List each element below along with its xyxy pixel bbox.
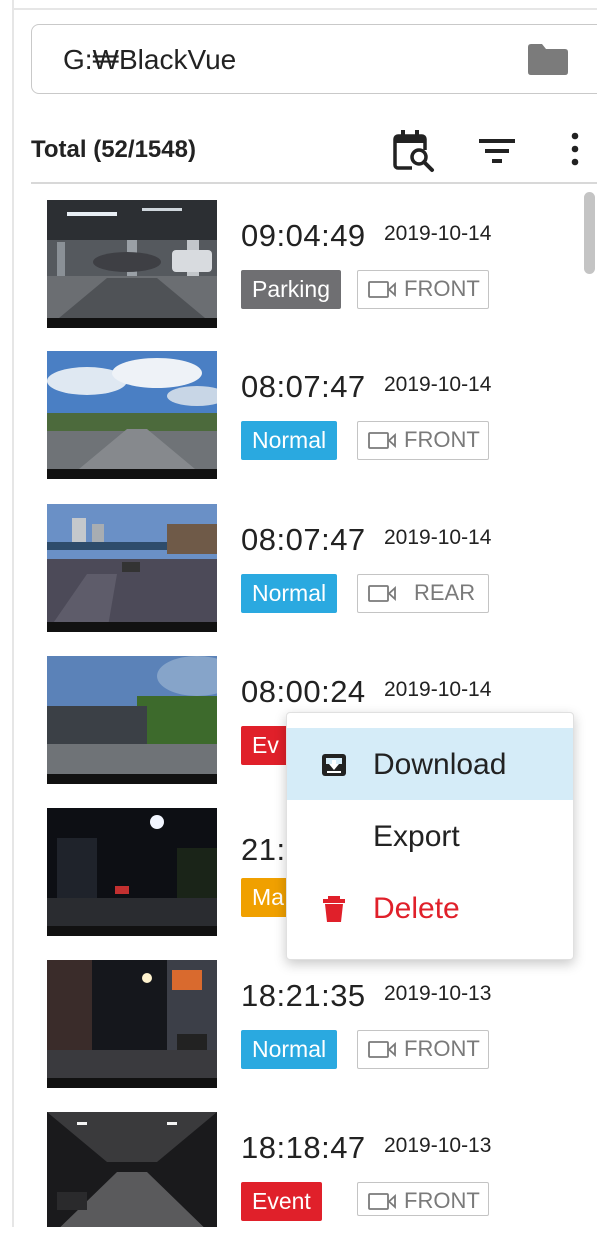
video-thumbnail[interactable] [47, 808, 217, 936]
calendar-search-icon[interactable] [392, 128, 438, 174]
menu-item-delete[interactable]: Delete [287, 872, 573, 944]
recording-date: 2019-10-14 [384, 373, 492, 396]
video-camera-icon [368, 432, 396, 449]
video-camera-icon [368, 281, 396, 298]
video-thumbnail[interactable] [47, 504, 217, 632]
camera-badge: FRONT [357, 1030, 489, 1069]
recording-time: 18:18:47 [241, 1130, 366, 1165]
list-item[interactable]: 18:21:35 2019-10-13 Normal FRONT [0, 960, 597, 1088]
more-vert-icon[interactable] [552, 128, 597, 174]
recording-type-badge: Ev [241, 726, 290, 765]
list-item[interactable]: 08:07:47 2019-10-14 Normal FRONT [0, 351, 597, 479]
folder-icon[interactable] [528, 43, 568, 75]
video-camera-icon [368, 1193, 396, 1210]
camera-label: FRONT [404, 427, 480, 452]
menu-item-export[interactable]: Export [287, 800, 573, 872]
recording-time: 18:21:35 [241, 978, 366, 1013]
camera-badge: REAR [357, 574, 489, 613]
camera-label: FRONT [404, 276, 480, 301]
folder-path-text: G:₩BlackVue [63, 44, 237, 75]
recording-time: 08:07:47 [241, 369, 366, 404]
camera-badge: FRONT [357, 1182, 489, 1216]
list-item[interactable]: 18:18:47 2019-10-13 Event FRONT [0, 1112, 597, 1240]
menu-label: Delete [373, 892, 460, 925]
recording-time: 09:04:49 [241, 218, 366, 253]
recording-time: 08:00:24 [241, 674, 366, 709]
recording-date: 2019-10-13 [384, 1134, 492, 1157]
trash-icon [323, 896, 345, 922]
video-thumbnail[interactable] [47, 1112, 217, 1227]
recording-type-badge: Normal [241, 574, 338, 613]
recording-type-badge: Normal [241, 421, 338, 460]
recording-time: 08:07:47 [241, 522, 366, 557]
menu-item-download[interactable]: Download [287, 728, 573, 800]
recording-date: 2019-10-14 [384, 222, 492, 245]
menu-label: Download [373, 748, 507, 781]
total-count-label: Total (52/1548) [31, 136, 196, 163]
menu-label: Export [373, 820, 460, 853]
list-item[interactable]: 08:07:47 2019-10-14 Normal REAR [0, 504, 597, 632]
list-item[interactable]: 09:04:49 2019-10-14 Parking FRONT [0, 200, 597, 328]
recording-type-badge: Parking [241, 270, 341, 309]
filter-icon[interactable] [475, 128, 521, 174]
camera-badge: FRONT [357, 270, 489, 309]
video-camera-icon [368, 585, 396, 602]
recording-type-badge: Event [241, 1182, 322, 1221]
camera-badge: FRONT [357, 421, 489, 460]
context-menu: Download Export Delete [286, 712, 574, 960]
camera-label: FRONT [404, 1188, 480, 1213]
folder-path-bar[interactable]: G:₩BlackVue [31, 24, 597, 94]
video-thumbnail[interactable] [47, 960, 217, 1088]
recording-date: 2019-10-14 [384, 678, 492, 701]
recording-date: 2019-10-13 [384, 982, 492, 1005]
recording-type-badge: Normal [241, 1030, 338, 1069]
video-camera-icon [368, 1041, 396, 1058]
panel-top-border [12, 8, 597, 10]
video-thumbnail[interactable] [47, 656, 217, 784]
toolbar-divider [31, 182, 597, 184]
recording-date: 2019-10-14 [384, 526, 492, 549]
camera-label: FRONT [404, 1036, 480, 1061]
video-thumbnail[interactable] [47, 200, 217, 328]
camera-label: REAR [414, 580, 476, 605]
download-icon [322, 754, 346, 776]
video-thumbnail[interactable] [47, 351, 217, 479]
recording-time: 21: [241, 832, 286, 867]
